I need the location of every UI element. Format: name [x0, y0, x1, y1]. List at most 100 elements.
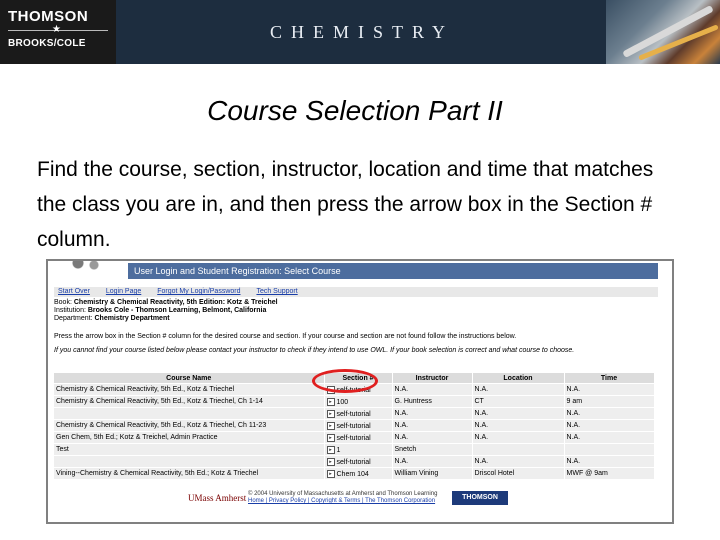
- select-arrow-icon[interactable]: ▸: [326, 469, 335, 478]
- cell-section: ▸ 1: [324, 443, 393, 456]
- umass-logo: UMass Amherst: [188, 493, 247, 503]
- col-instructor: Instructor: [392, 373, 473, 384]
- cell-location-text: N.A.: [474, 434, 489, 441]
- select-arrow-icon[interactable]: ▸: [326, 457, 335, 466]
- cell-time-text: N.A.: [566, 434, 581, 441]
- cell-time-text: N.A.: [566, 458, 581, 465]
- cell-location: N.A.: [472, 455, 565, 468]
- logo-line2: BROOKS/COLE: [8, 38, 86, 49]
- nav-login-page-link[interactable]: Login Page: [106, 288, 141, 295]
- nav-bar: Start Over Login Page Forgot My Login/Pa…: [54, 287, 658, 297]
- col-time: Time: [564, 373, 655, 384]
- cell-location-text: N.A.: [474, 386, 489, 393]
- cell-section-text: 1: [336, 446, 341, 454]
- cell-time: 9 am: [564, 395, 655, 408]
- course-selection-screenshot: User Login and Student Registration: Sel…: [46, 259, 674, 524]
- slide-title: Course Selection Part II: [207, 95, 503, 126]
- cell-instructor: Snetch: [392, 443, 473, 456]
- cell-section: ▸ self-tutorial: [324, 419, 393, 432]
- cell-instructor-text: N.A.: [394, 386, 409, 393]
- header-photo: [606, 0, 720, 64]
- cell-time-text: N.A.: [566, 422, 581, 429]
- cell-course-name: Test: [54, 443, 325, 456]
- cell-location-text: CT: [474, 398, 484, 405]
- cell-section-text: Chem 104: [336, 470, 369, 478]
- cell-instructor: William Vining: [392, 467, 473, 479]
- course-info: Book: Chemistry & Chemical Reactivity, 5…: [54, 299, 658, 323]
- cell-instructor-text: G. Huntress: [394, 398, 432, 405]
- cell-course-name-text: Chemistry & Chemical Reactivity, 5th Ed.…: [56, 386, 235, 393]
- cell-course-name: Chemistry & Chemical Reactivity, 5th Ed.…: [54, 383, 325, 396]
- cell-course-name: [54, 455, 325, 468]
- slide-body-text: Find the course, section, instructor, lo…: [37, 158, 654, 251]
- select-arrow-icon[interactable]: ▸: [326, 397, 335, 406]
- cell-section: ▸ self-tutorial: [324, 407, 393, 420]
- cell-course-name: Gen Chem, 5th Ed.; Kotz & Treichel, Admi…: [54, 431, 325, 444]
- cell-section-text: self-tutorial: [336, 434, 371, 442]
- cell-section: ▸ Chem 104: [324, 467, 393, 479]
- cell-course-name: Chemistry & Chemical Reactivity, 5th Ed.…: [54, 419, 325, 432]
- cell-location-text: N.A.: [474, 410, 489, 417]
- cell-location-text: Driscol Hotel: [474, 470, 515, 477]
- cell-section: ▸ 100: [324, 395, 393, 408]
- cell-location-text: N.A.: [474, 422, 489, 429]
- cell-location: Driscol Hotel: [472, 467, 565, 479]
- page-footer: UMass Amherst © 2004 University of Massa…: [188, 489, 528, 507]
- cell-instructor: N.A.: [392, 407, 473, 420]
- page-title-bar: User Login and Student Registration: Sel…: [128, 263, 658, 279]
- cell-course-name-text: Gen Chem, 5th Ed.; Kotz & Treichel, Admi…: [56, 434, 218, 441]
- site-logo: [58, 261, 118, 273]
- cell-section-text: self-tutorial: [336, 422, 371, 430]
- cell-location: N.A.: [472, 383, 565, 396]
- cell-section: ▸ self-tutorial: [324, 431, 393, 444]
- cell-time: N.A.: [564, 431, 655, 444]
- footer-links[interactable]: Home | Privacy Policy | Copyright & Term…: [248, 498, 448, 505]
- cell-instructor-text: N.A.: [394, 458, 409, 465]
- cell-course-name: [54, 407, 325, 420]
- cell-instructor: N.A.: [392, 431, 473, 444]
- book-value: Chemistry & Chemical Reactivity, 5th Edi…: [73, 299, 278, 306]
- department-value: Chemistry Department: [94, 315, 170, 322]
- instruction-note: Press the arrow box in the Section # col…: [54, 333, 517, 340]
- select-arrow-icon[interactable]: ▸: [326, 433, 335, 442]
- cell-section-text: self-tutorial: [336, 410, 371, 418]
- table-row: ▸ self-tutorial N.A. N.A. N.A.: [54, 455, 655, 468]
- nav-start-over-link[interactable]: Start Over: [58, 288, 90, 295]
- select-arrow-icon[interactable]: ▸: [326, 421, 335, 430]
- logo-line1: THOMSON: [8, 8, 89, 25]
- nav-forgot-login-link[interactable]: Forgot My Login/Password: [157, 288, 240, 295]
- cell-instructor-text: N.A.: [394, 422, 409, 429]
- cell-location: N.A.: [472, 431, 565, 444]
- header-title: CHEMISTRY: [269, 22, 455, 42]
- star-icon: ★: [52, 24, 61, 35]
- select-arrow-icon[interactable]: ▸: [326, 445, 335, 454]
- help-note: If you cannot find your course listed be…: [54, 347, 575, 354]
- thomson-brooks-cole-logo: THOMSON ★ BROOKS/COLE: [0, 0, 116, 64]
- thomson-footer-logo: THOMSON: [452, 491, 508, 505]
- cell-time-text: 9 am: [566, 398, 583, 405]
- copyright-text: © 2004 University of Massachusetts at Am…: [248, 491, 438, 497]
- section-highlight-circle: [312, 369, 378, 393]
- book-label: Book:: [54, 299, 72, 306]
- cell-instructor-text: N.A.: [394, 434, 409, 441]
- cell-instructor: N.A.: [392, 419, 473, 432]
- cell-location: N.A.: [472, 407, 565, 420]
- cell-instructor: G. Huntress: [392, 395, 473, 408]
- table-row: Vining--Chemistry & Chemical Reactivity,…: [54, 467, 655, 479]
- cell-course-name: Chemistry & Chemical Reactivity, 5th Ed.…: [54, 395, 325, 408]
- cell-course-name: Vining--Chemistry & Chemical Reactivity,…: [54, 467, 325, 479]
- cell-time: N.A.: [564, 383, 655, 396]
- select-arrow-icon[interactable]: ▸: [326, 409, 335, 418]
- cell-time-text: N.A.: [566, 410, 581, 417]
- cell-time: MWF @ 9am: [564, 467, 655, 479]
- table-row: Test ▸ 1 Snetch: [54, 443, 655, 456]
- col-course-name: Course Name: [54, 373, 325, 384]
- table-row: Chemistry & Chemical Reactivity, 5th Ed.…: [54, 395, 655, 408]
- book-line: Book: Chemistry & Chemical Reactivity, 5…: [54, 299, 658, 307]
- cell-time: N.A.: [564, 419, 655, 432]
- cell-course-name-text: Chemistry & Chemical Reactivity, 5th Ed.…: [56, 398, 263, 405]
- cell-time-text: N.A.: [566, 386, 581, 393]
- nav-tech-support-link[interactable]: Tech Support: [256, 288, 297, 295]
- institution-value: Brooks Cole - Thomson Learning, Belmont,…: [87, 307, 267, 314]
- cell-course-name-text: Vining--Chemistry & Chemical Reactivity,…: [56, 470, 259, 477]
